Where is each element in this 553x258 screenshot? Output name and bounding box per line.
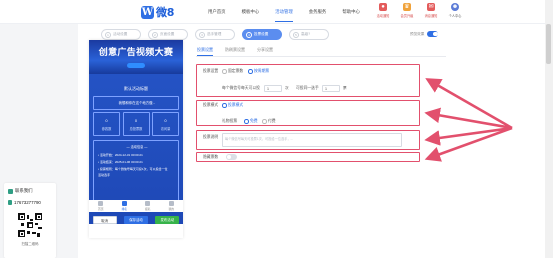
nav-item-help[interactable]: 帮助中心 — [334, 0, 368, 24]
message-label: 消息通知 — [424, 13, 438, 18]
qr-code-label: 扫描二维码 — [21, 242, 39, 246]
top-icon-group: ● 活动通知 ♛ 会员升级 ✉ 消息通知 ☻ 个人中心 — [372, 3, 468, 18]
stat-label: 总投票数 — [129, 127, 143, 131]
stat-label: 参赛数 — [101, 127, 112, 131]
home-icon — [98, 201, 104, 206]
tab-label: 报名 — [144, 207, 151, 211]
activity-notice-label: 活动通知 — [376, 13, 390, 18]
preview-switch[interactable] — [427, 31, 439, 37]
stat-value: 0 — [105, 118, 108, 123]
page-scrollbar-thumb[interactable] — [546, 24, 551, 64]
nav-item-home[interactable]: 用户首页 — [200, 0, 234, 24]
step-label: 高级? — [301, 32, 311, 36]
preview-toggle-label: 预览效果 — [410, 31, 425, 36]
step-number: 4 — [246, 31, 252, 38]
highlight-vote-desc — [196, 130, 420, 150]
member-upgrade-button[interactable]: ♛ 会员升级 — [396, 3, 418, 18]
preview-intro-text: 我想和你在这个地方做... — [118, 101, 156, 105]
crown-icon: ♛ — [403, 3, 411, 11]
user-icon — [168, 201, 174, 206]
step-number: 5 — [293, 31, 299, 38]
step-vote-settings[interactable]: 4 投票设置 — [242, 29, 282, 40]
preview-tab-mine[interactable]: 我的 — [168, 200, 174, 212]
bell-icon: ● — [379, 3, 387, 11]
info-line: • 活动结束：2025-01-06 00:00:21 — [98, 160, 143, 164]
stat-visits: 0 访问量 — [152, 112, 179, 136]
main-nav: 用户首页 模板中心 活动管理 会务服务 帮助中心 — [200, 0, 368, 24]
stat-label: 访问量 — [160, 127, 171, 131]
contact-title-text: 联系我们 — [15, 188, 33, 193]
step-label: 投票设置 — [254, 32, 269, 36]
publish-activity-button[interactable]: 发布活动 — [155, 216, 180, 224]
preview-tab-home[interactable]: 首页 — [98, 200, 104, 212]
contact-title: 联系我们 — [8, 188, 33, 194]
step-label: 活动设置 — [113, 32, 128, 36]
info-line: 活动选手 — [98, 173, 111, 177]
stat-total-votes: 0 总投票数 — [122, 112, 150, 136]
tab-anti-fraud[interactable]: 防刷票设置 — [225, 47, 245, 56]
service-icon — [8, 188, 13, 194]
tab-label: 排名 — [121, 207, 128, 211]
member-upgrade-label: 会员升级 — [400, 13, 414, 18]
message-button[interactable]: ✉ 消息通知 — [420, 3, 442, 18]
tab-label: 首页 — [97, 207, 104, 211]
stat-value: 0 — [134, 118, 138, 123]
stat-participants: 0 参赛数 — [93, 112, 120, 136]
step-number: 3 — [199, 31, 205, 38]
contact-phone-number: 17673277790 — [14, 200, 41, 205]
step-number: 2 — [152, 31, 158, 38]
save-activity-button[interactable]: 保存活动 — [123, 216, 148, 224]
nav-item-activities[interactable]: 活动管理 — [267, 0, 301, 24]
contact-card: 联系我们 17673277790 扫描二维码 — [4, 183, 56, 258]
contact-phone[interactable]: 17673277790 — [8, 200, 41, 205]
tab-label: 我的 — [168, 207, 175, 211]
rank-icon — [121, 201, 127, 206]
tab-vote-settings[interactable]: 投票设置 — [197, 47, 213, 56]
phone-preview: 创意广告视频大赛 默认活动标题 我想和你在这个地方做... 0 参赛数 0 总投… — [89, 40, 183, 238]
highlight-vote-mode — [196, 100, 420, 126]
nav-item-services[interactable]: 会务服务 — [301, 0, 335, 24]
activity-notice-button[interactable]: ● 活动通知 — [372, 3, 394, 18]
preview-tab-rank[interactable]: 排名 — [121, 200, 127, 212]
step-player-management[interactable]: 3 选手管理 — [195, 29, 235, 40]
preview-tab-signup[interactable]: 报名 — [145, 200, 151, 212]
top-navbar: W 微8 用户首页 模板中心 活动管理 会务服务 帮助中心 ● 活动通知 ♛ 会… — [0, 0, 553, 24]
highlight-hide-votes — [196, 152, 420, 162]
tab-share-settings[interactable]: 分享设置 — [257, 47, 273, 56]
highlight-vote-limit — [196, 64, 420, 97]
user-center-button[interactable]: ☻ 个人中心 — [444, 3, 466, 18]
preview-toggle[interactable]: 预览效果 — [410, 31, 439, 37]
step-label: 选手管理 — [207, 32, 222, 36]
step-activity-settings[interactable]: 1 活动设置 — [101, 29, 141, 40]
cancel-button[interactable]: 取消 — [92, 216, 117, 224]
divider — [196, 56, 446, 57]
phone-icon — [8, 200, 12, 205]
logo-text: 微8 — [156, 6, 175, 19]
preview-tabbar: 首页 排名 报名 我的 — [89, 200, 183, 212]
step-advanced[interactable]: 5 高级? — [289, 29, 329, 40]
form-tabs: 投票设置 防刷票设置 分享设置 — [197, 47, 285, 56]
banner-badge — [127, 63, 145, 68]
banner-title: 创意广告视频大赛 — [98, 47, 174, 57]
stat-value: 0 — [164, 118, 167, 123]
step-label: 页面设置 — [160, 32, 175, 36]
preview-activity-title: 默认活动标题 — [124, 86, 148, 91]
logo[interactable]: W 微8 — [141, 4, 174, 20]
preview-intro-box: 我想和你在这个地方做... — [93, 96, 179, 110]
logo-mark: W — [141, 5, 154, 19]
user-icon: ☻ — [451, 3, 459, 11]
nav-item-templates[interactable]: 模板中心 — [234, 0, 268, 24]
signup-icon — [145, 201, 151, 206]
preview-stats: 0 参赛数 0 总投票数 0 访问量 — [93, 112, 179, 138]
info-line: • 活动开始：2024-12-31 00:00:21 — [98, 153, 143, 157]
message-icon: ✉ — [427, 3, 435, 11]
qr-code — [18, 213, 42, 237]
info-heading: — 活动信息 — — [126, 145, 148, 149]
info-line: • 投票规则：每个微信号每天可投1次，可以投给一位 — [98, 167, 168, 171]
preview-banner: 创意广告视频大赛 — [89, 40, 183, 74]
step-number: 1 — [105, 31, 111, 38]
preview-action-buttons: 取消 保存活动 发布活动 — [89, 213, 183, 227]
user-center-label: 个人中心 — [448, 13, 462, 18]
step-page-settings[interactable]: 2 页面设置 — [148, 29, 188, 40]
